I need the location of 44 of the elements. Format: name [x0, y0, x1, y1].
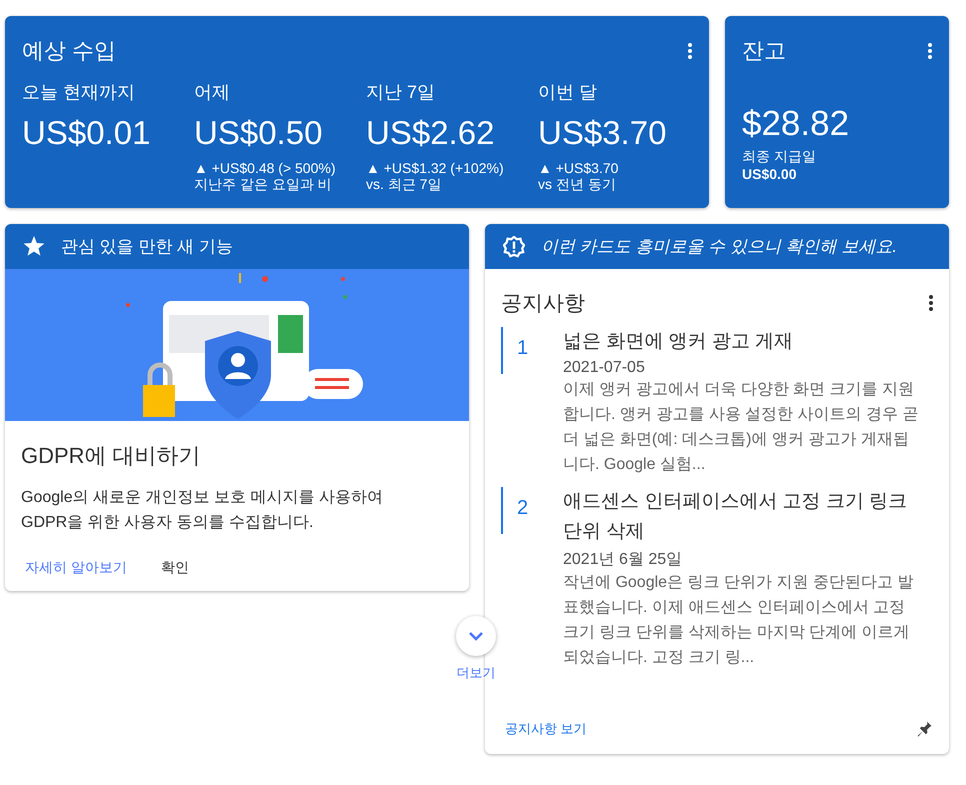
- view-notices-link[interactable]: 공지사항 보기: [505, 720, 587, 738]
- show-more-label[interactable]: 더보기: [456, 664, 496, 682]
- alert-badge-icon: [503, 236, 525, 258]
- notice-title[interactable]: 애드센스 인터페이스에서 고정 크기 링크 단위 삭제: [563, 487, 921, 547]
- notice-date: 2021년 6월 25일: [563, 550, 684, 570]
- metric-change: ▲ +US$3.70: [538, 160, 620, 176]
- metric-value: US$0.01: [22, 114, 152, 152]
- metric-label: 오늘 현재까지: [22, 81, 136, 104]
- notice-text: 작년에 Google은 링크 단위가 지원 중단된다고 발표했습니다. 이제 애드센스 인터페이스에서 고정 크기 링크 단위를 삭제하는 마지막 단계에 이르게 되었습니다. 고정 크기 링...: [563, 573, 914, 668]
- metric-value: US$3.70: [538, 114, 668, 152]
- payment-amount: US$0.00: [742, 166, 798, 182]
- notice-text: 이제 앵커 광고에서 더욱 다양한 화면 크기를 지원합니다. 앵커 광고를 사용 설정한 사이트의 경우 곧 더 넓은 화면(예: 데스크톱)에 앵커 광고가 게재됩니다. Google 실험...: [563, 380, 920, 475]
- metric-label: 지난 7일: [366, 81, 436, 104]
- notice-number: 2: [517, 496, 530, 521]
- feature-description: Google의 새로운 개인정보 보호 메시지를 사용하여 GDPR을 위한 사용자 동의를 수집합니다.: [21, 488, 384, 533]
- metric-value: US$2.62: [366, 114, 496, 152]
- metric-comparison: 지난주 같은 요일과 비: [194, 176, 333, 194]
- notice-number: 1: [517, 336, 530, 361]
- star-icon: [23, 236, 45, 257]
- confirm-button[interactable]: 확인: [160, 559, 189, 577]
- notice-date: 2021-07-05: [563, 359, 646, 377]
- metric-comparison: vs 전년 동기: [538, 176, 617, 194]
- card-title: 예상 수입: [22, 37, 116, 65]
- more-icon[interactable]: [928, 43, 932, 59]
- metric-change: ▲ +US$0.48 (> 500%): [194, 160, 336, 176]
- more-icon[interactable]: [688, 43, 692, 59]
- card-title: 공지사항: [501, 291, 585, 317]
- metric-label: 어제: [194, 81, 231, 104]
- balance-value: $28.82: [742, 104, 850, 144]
- header-text: 관심 있을 만한 새 기능: [61, 236, 233, 258]
- payment-label: 최종 지급일: [742, 148, 817, 166]
- metric-label: 이번 달: [538, 81, 598, 104]
- chevron-down-icon: [468, 631, 484, 641]
- learn-more-link[interactable]: 자세히 알아보기: [25, 559, 127, 577]
- header-text: 이런 카드도 흥미로울 수 있으니 확인해 보세요.: [541, 236, 898, 258]
- metric-value: US$0.50: [194, 114, 324, 152]
- feature-title: GDPR에 대비하기: [21, 442, 202, 470]
- more-icon[interactable]: [929, 295, 933, 311]
- metric-comparison: vs. 최근 7일: [366, 176, 442, 194]
- notice-title[interactable]: 넓은 화면에 앵커 광고 게재: [563, 327, 921, 357]
- pin-icon[interactable]: [915, 720, 933, 738]
- metric-change: ▲ +US$1.32 (+102%): [366, 160, 505, 176]
- show-more-button[interactable]: [456, 616, 496, 656]
- card-title: 잔고: [742, 37, 786, 65]
